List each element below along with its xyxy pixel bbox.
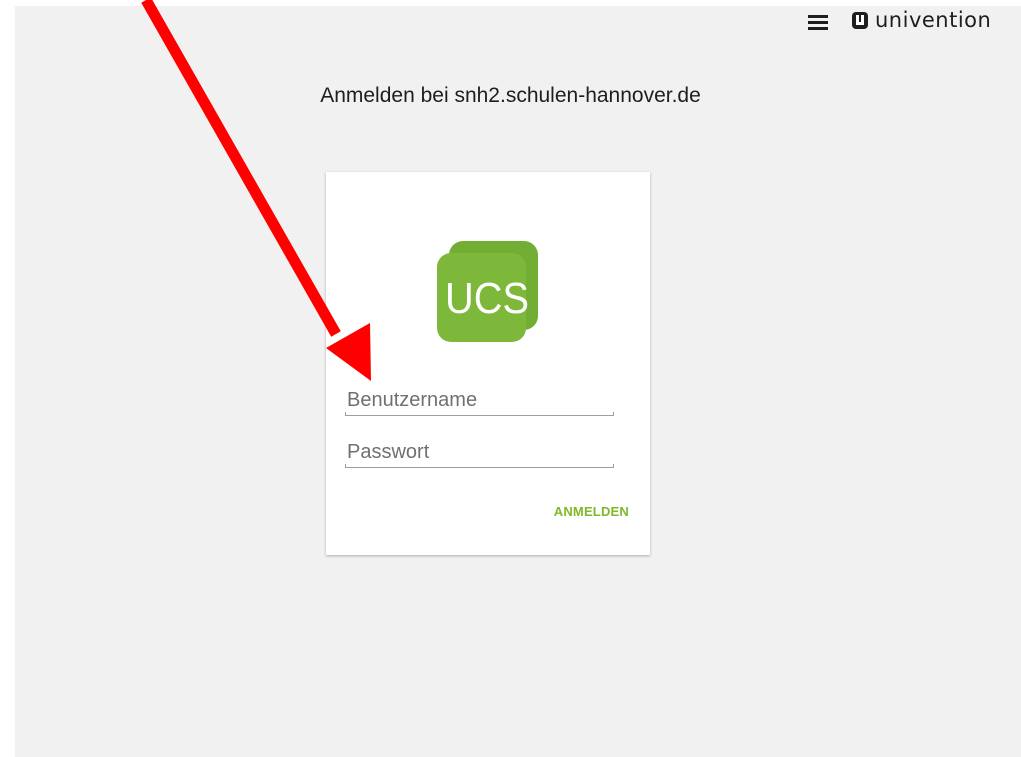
hamburger-menu-icon[interactable] <box>808 15 828 31</box>
password-input[interactable] <box>345 438 616 466</box>
ucs-logo-text: UCS <box>445 274 529 323</box>
username-input[interactable] <box>345 386 616 414</box>
password-field[interactable] <box>345 438 616 468</box>
univention-logo-icon <box>852 11 868 29</box>
login-button[interactable]: ANMELDEN <box>552 502 631 521</box>
login-card: UCS ANMELDEN <box>326 172 650 555</box>
ucs-logo: UCS <box>437 241 538 342</box>
brand[interactable]: univention <box>852 7 991 33</box>
username-underline <box>345 412 614 416</box>
password-underline <box>345 464 614 468</box>
username-field[interactable] <box>345 386 616 416</box>
page-title: Anmelden bei snh2.schulen-hannover.de <box>320 84 701 107</box>
brand-name: univention <box>875 8 992 32</box>
